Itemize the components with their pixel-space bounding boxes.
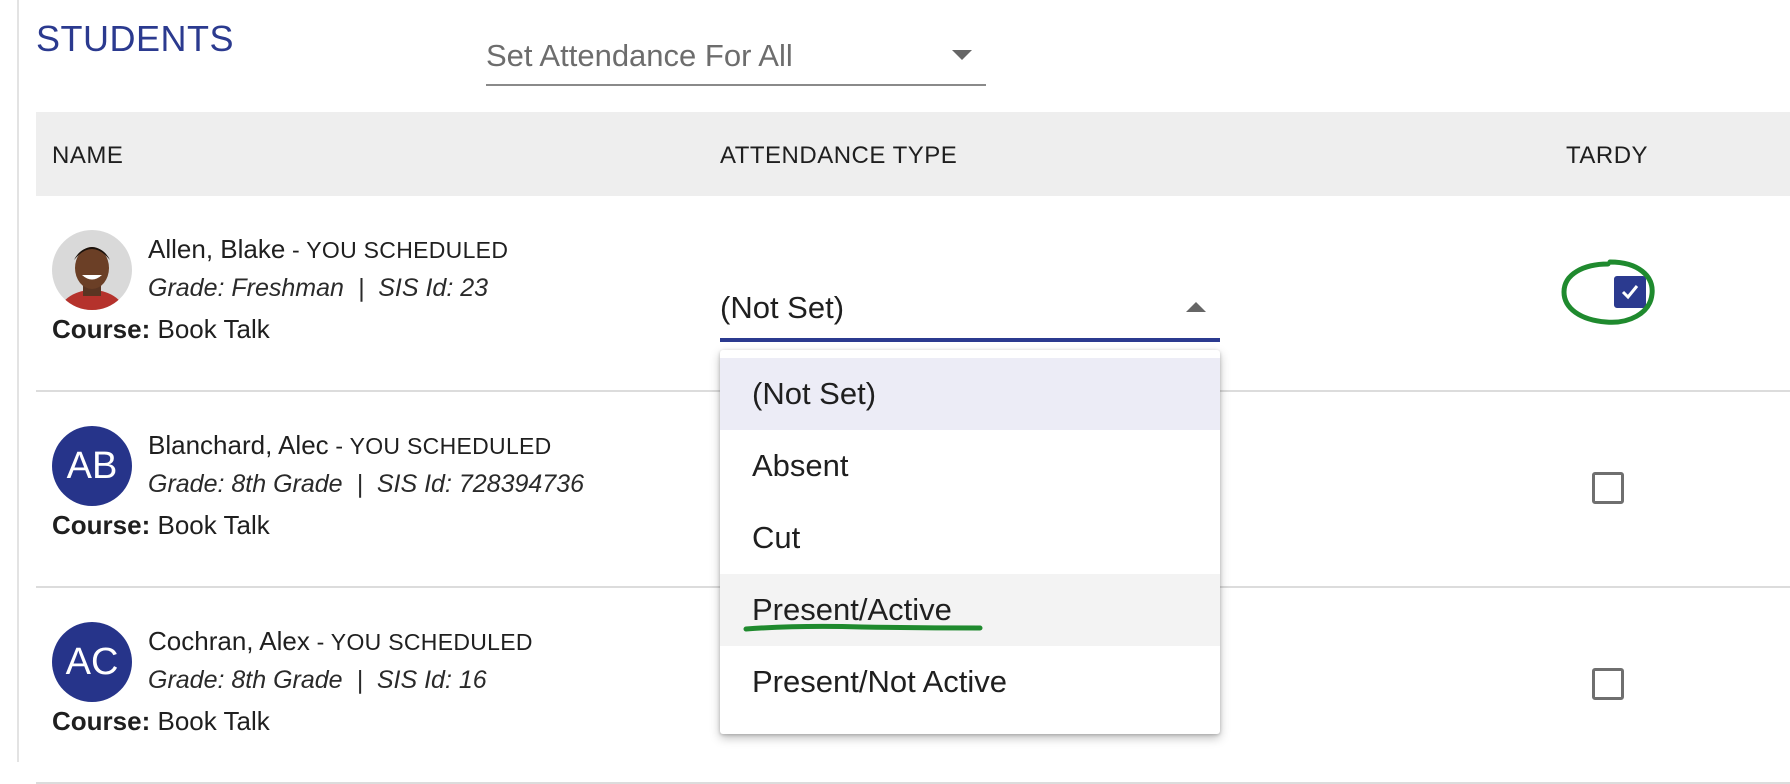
set-attendance-for-all-select[interactable]: Set Attendance For All (486, 30, 986, 86)
course-name: Book Talk (157, 314, 270, 344)
caret-up-icon (1186, 302, 1206, 312)
student-sis-id: SIS Id: 728394736 (376, 470, 584, 498)
tardy-checkbox[interactable] (1592, 668, 1624, 700)
course-label: Course: (52, 510, 151, 540)
student-grade: Grade: 8th Grade (148, 470, 343, 498)
menu-item-present-not-active[interactable]: Present/Not Active (720, 646, 1220, 718)
menu-item-absent[interactable]: Absent (720, 430, 1220, 502)
column-header-attendance-type[interactable]: ATTENDANCE TYPE (720, 142, 957, 170)
menu-item-not-set[interactable]: (Not Set) (720, 358, 1220, 430)
scheduled-label: - YOU SCHEDULED (285, 237, 509, 263)
student-grade: Grade: 8th Grade (148, 666, 343, 694)
student-photo-icon (52, 230, 132, 310)
course-label: Course: (52, 706, 151, 736)
avatar: AB (52, 426, 132, 506)
scheduled-label: - YOU SCHEDULED (309, 629, 533, 655)
student-name[interactable]: Allen, Blake (148, 234, 285, 264)
student-sis-id: SIS Id: 23 (378, 274, 489, 302)
column-header-name[interactable]: NAME (52, 142, 123, 170)
meta-separator: | (357, 274, 365, 302)
menu-item-cut[interactable]: Cut (720, 502, 1220, 574)
attendance-type-value: (Not Set) (720, 290, 845, 325)
left-divider (0, 0, 19, 762)
student-course: Course: Book Talk (52, 314, 270, 345)
meta-separator: | (356, 666, 363, 694)
student-name-line: Allen, Blake - YOU SCHEDULED (148, 234, 508, 265)
student-meta: Grade: 8th Grade | SIS Id: 16 (148, 666, 487, 695)
course-name: Book Talk (157, 706, 270, 736)
annotation-underline (743, 623, 983, 632)
table-header: NAME ATTENDANCE TYPE TARDY (36, 112, 1790, 196)
tardy-checkbox[interactable] (1592, 472, 1624, 504)
avatar (52, 230, 132, 310)
course-name: Book Talk (157, 510, 270, 540)
meta-separator: | (356, 470, 363, 498)
attendance-type-select[interactable]: (Not Set) (720, 284, 1220, 342)
student-name[interactable]: Blanchard, Alec (148, 430, 329, 460)
scheduled-label: - YOU SCHEDULED (328, 433, 552, 459)
student-grade: Grade: Freshman (148, 274, 344, 302)
student-course: Course: Book Talk (52, 510, 270, 541)
student-name-line: Blanchard, Alec - YOU SCHEDULED (148, 430, 552, 461)
student-meta: Grade: Freshman | SIS Id: 23 (148, 274, 488, 303)
student-course: Course: Book Talk (52, 706, 270, 737)
course-label: Course: (52, 314, 151, 344)
student-meta: Grade: 8th Grade | SIS Id: 728394736 (148, 470, 584, 499)
page-title: STUDENTS (36, 18, 235, 59)
attendance-type-menu: (Not Set) Absent Cut Present/Active Pres… (720, 350, 1220, 734)
caret-down-icon (952, 50, 972, 60)
student-name-line: Cochran, Alex - YOU SCHEDULED (148, 626, 533, 657)
set-attendance-placeholder: Set Attendance For All (486, 38, 793, 73)
column-header-tardy[interactable]: TARDY (1566, 142, 1648, 170)
student-name[interactable]: Cochran, Alex (148, 626, 310, 656)
annotation-circle (1561, 259, 1655, 325)
avatar: AC (52, 622, 132, 702)
student-sis-id: SIS Id: 16 (376, 666, 487, 694)
menu-item-present-active[interactable]: Present/Active (720, 574, 1220, 646)
